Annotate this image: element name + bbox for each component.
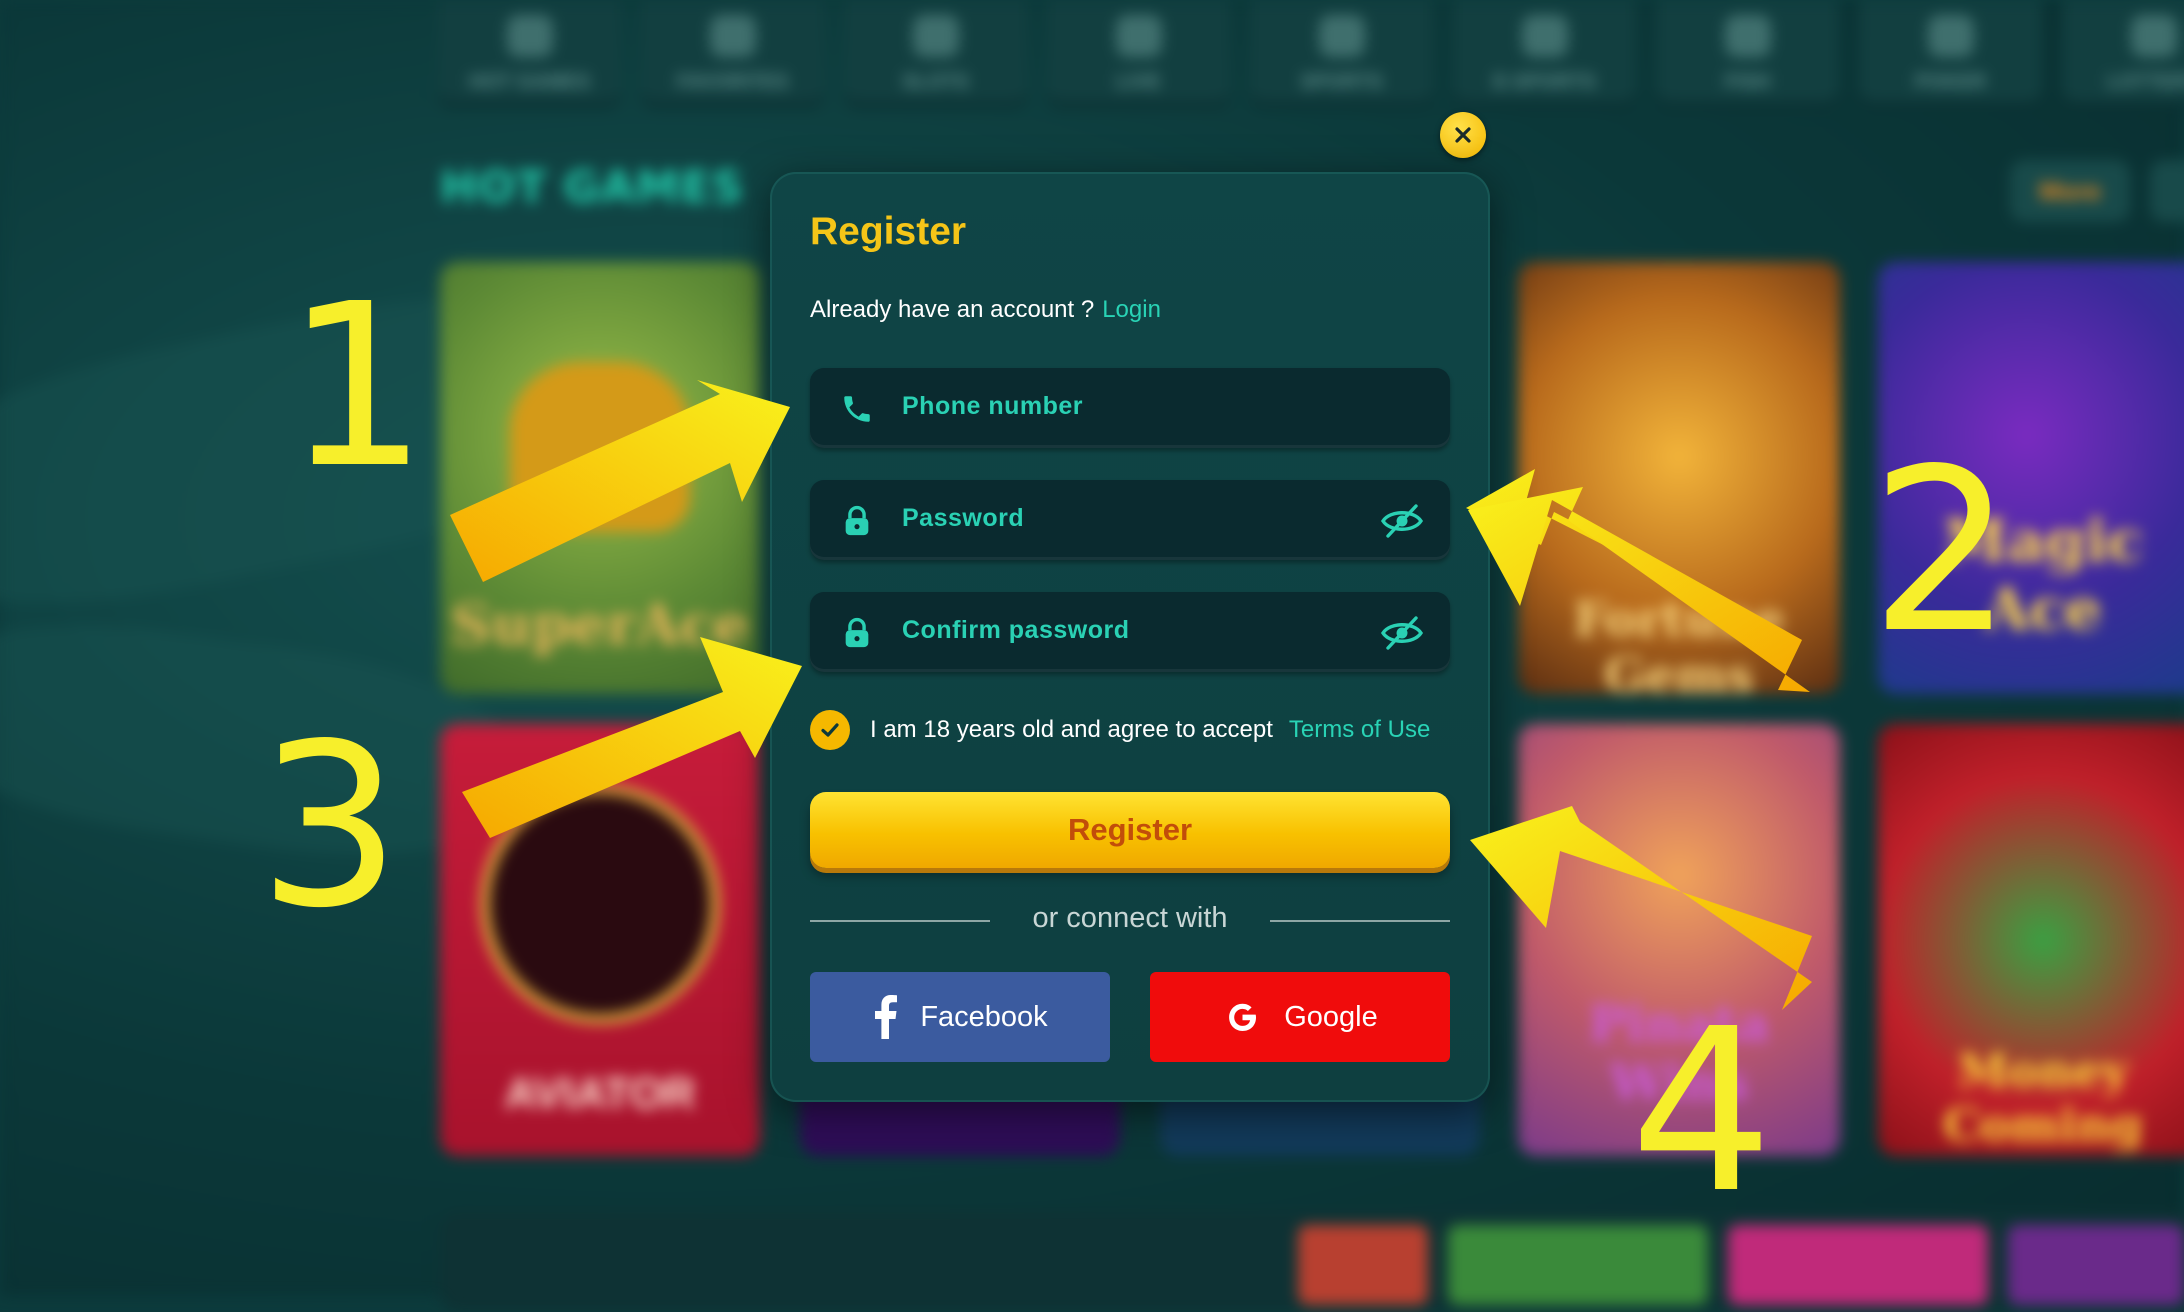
recent-game-thumb[interactable] — [1298, 1225, 1428, 1305]
annotation-number-2: 2 — [1870, 421, 2014, 683]
nav-item-fish[interactable]: FISH — [1656, 0, 1839, 108]
modal-title: Register — [810, 210, 967, 253]
google-label: Google — [1284, 1000, 1378, 1033]
chip-icon — [1115, 14, 1162, 57]
nav-item-favorites[interactable]: FAVORITES — [641, 0, 824, 108]
login-link[interactable]: Login — [1102, 296, 1161, 323]
password-field[interactable]: Password — [810, 480, 1450, 560]
nav-item-slots[interactable]: SLOTS — [844, 0, 1027, 108]
nav-item-live[interactable]: LIVE — [1047, 0, 1230, 108]
recent-game-thumb[interactable] — [2008, 1225, 2184, 1305]
game-tile-superace[interactable]: SuperAce — [440, 262, 760, 694]
nav-item-esports[interactable]: E-SPORTS — [1453, 0, 1636, 108]
cards-icon — [1927, 14, 1974, 57]
close-modal-button[interactable] — [1440, 112, 1486, 158]
agreement-text: I am 18 years old and agree to accept — [870, 716, 1273, 743]
or-connect-text: or connect with — [1032, 902, 1228, 934]
goal-icon — [1318, 14, 1365, 57]
fire-icon — [506, 14, 553, 57]
facebook-icon — [875, 995, 898, 1039]
lock-icon — [845, 617, 869, 648]
game-tile-fortune-gems[interactable]: Fortune Gems — [1518, 262, 1840, 694]
phone-number-field[interactable]: Phone number — [810, 368, 1450, 448]
annotation-number-1: 1 — [285, 256, 429, 518]
gamepad-icon — [1521, 14, 1568, 57]
game-tile-aviator[interactable]: AVIATOR — [440, 724, 760, 1156]
fish-icon — [1724, 14, 1771, 57]
lottery-icon — [2130, 14, 2177, 57]
top-nav: HOT GAMES FAVORITES SLOTS LIVE SPORTS E-… — [438, 0, 2184, 108]
agreement-checkbox[interactable] — [810, 710, 850, 750]
scroll-left-button[interactable] — [2150, 160, 2184, 222]
more-button[interactable]: More — [2010, 160, 2130, 222]
facebook-label: Facebook — [920, 1000, 1048, 1033]
register-modal: Register Already have an account ? Login … — [770, 172, 1490, 1102]
nav-item-lottery[interactable]: LOTTERY — [2062, 0, 2184, 108]
star-icon — [709, 14, 756, 57]
lock-icon — [845, 505, 869, 536]
confirm-password-field[interactable]: Confirm password — [810, 592, 1450, 672]
nav-item-poker[interactable]: POKER — [1859, 0, 2042, 108]
phone-number-placeholder: Phone number — [902, 392, 1084, 420]
facebook-login-button[interactable]: Facebook — [810, 972, 1110, 1062]
terms-of-use-link[interactable]: Terms of Use — [1289, 716, 1430, 744]
game-tile-money-coming[interactable]: Money Coming — [1878, 724, 2184, 1156]
register-button[interactable]: Register — [810, 792, 1450, 868]
nav-item-hot-games[interactable]: HOT GAMES — [438, 0, 621, 108]
annotation-number-4: 4 — [1630, 981, 1774, 1243]
account-prompt: Already have an account ? Login — [810, 296, 1161, 324]
age-agreement: I am 18 years old and agree to accept Te… — [810, 710, 1430, 750]
nav-item-sports[interactable]: SPORTS — [1250, 0, 1433, 108]
google-login-button[interactable]: Google — [1150, 972, 1450, 1062]
divider-right — [1270, 920, 1450, 922]
eye-off-icon[interactable] — [1380, 614, 1424, 652]
section-title: HOT GAMES — [440, 162, 745, 213]
annotation-number-3: 3 — [258, 696, 402, 958]
slot-machine-icon — [912, 14, 959, 57]
confirm-password-placeholder: Confirm password — [902, 616, 1130, 644]
account-prompt-text: Already have an account ? — [810, 296, 1095, 323]
google-icon — [1229, 1003, 1257, 1031]
phone-icon — [844, 396, 870, 422]
close-icon — [1455, 127, 1471, 143]
eye-off-icon[interactable] — [1380, 502, 1424, 540]
checkmark-icon — [821, 723, 839, 737]
password-placeholder: Password — [902, 504, 1025, 532]
